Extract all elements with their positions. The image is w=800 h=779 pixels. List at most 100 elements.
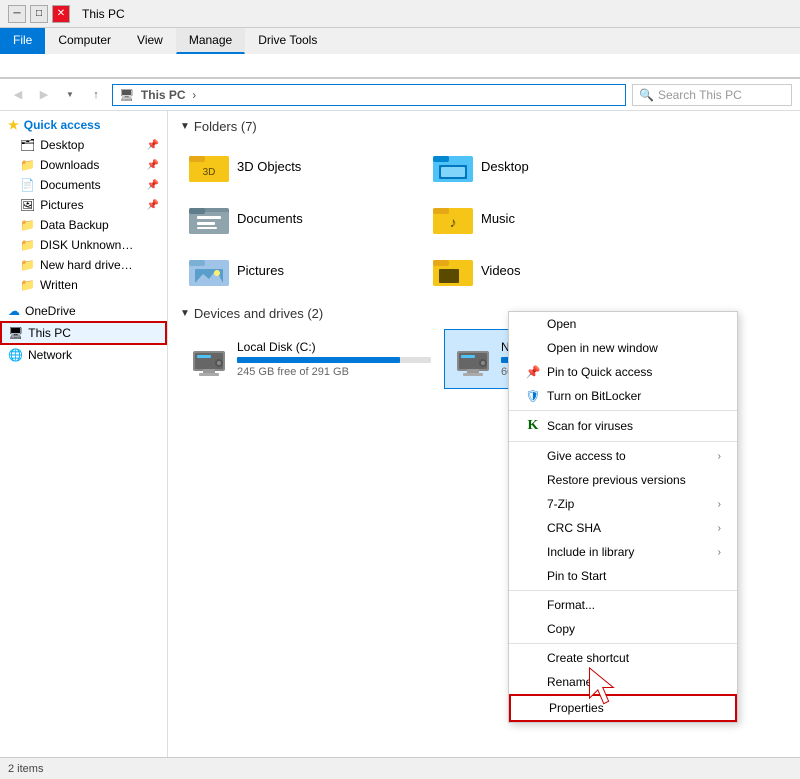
sidebar-label-quick-access: Quick access	[24, 118, 101, 132]
ribbon-tab-row: File Computer View Manage Drive Tools	[0, 28, 800, 54]
ctx-separator-2	[509, 441, 737, 442]
drive-c-name: Local Disk (C:)	[237, 340, 431, 354]
sidebar-item-quick-access[interactable]: ★ Quick access	[0, 115, 167, 135]
sidebar-label-written: Written	[40, 278, 78, 292]
ctx-copy[interactable]: Copy	[509, 617, 737, 641]
ctx-crc-label: CRC SHA	[547, 521, 718, 535]
folders-section-header[interactable]: ▼ Folders (7)	[180, 119, 788, 134]
ribbon-commands	[0, 54, 800, 78]
sidebar-item-new-hard-drive[interactable]: 📁 New hard drive not	[0, 255, 167, 275]
sidebar-item-data-backup[interactable]: 📁 Data Backup	[0, 215, 167, 235]
ctx-scan-label: Scan for viruses	[547, 419, 721, 433]
ctx-7zip-arrow: ›	[718, 499, 721, 510]
ctx-pin-label: Pin to Quick access	[547, 365, 721, 379]
tab-computer[interactable]: Computer	[45, 28, 124, 54]
drive-c-bar-container	[237, 357, 431, 363]
sidebar-item-desktop[interactable]: 🗂 Desktop 📌	[0, 135, 167, 155]
folders-chevron: ▼	[180, 121, 190, 132]
folder-pictures-icon	[189, 252, 229, 288]
sidebar-label-downloads: Downloads	[40, 158, 99, 172]
nav-back-btn[interactable]: ◀	[8, 85, 28, 105]
folder-documents-icon	[189, 200, 229, 236]
ctx-open[interactable]: Open	[509, 312, 737, 336]
sidebar-label-data-backup: Data Backup	[40, 218, 109, 232]
folders-section-title: Folders (7)	[194, 119, 257, 134]
ctx-separator-4	[509, 643, 737, 644]
sidebar-item-onedrive[interactable]: ☁ OneDrive	[0, 301, 167, 321]
sidebar-item-disk-unknown[interactable]: 📁 DISK Unknown Not	[0, 235, 167, 255]
drives-section-title: Devices and drives (2)	[194, 306, 323, 321]
drives-chevron: ▼	[180, 308, 190, 319]
drive-local-disk-c[interactable]: Local Disk (C:) 245 GB free of 291 GB	[180, 329, 440, 389]
ctx-include-library[interactable]: Include in library ›	[509, 540, 737, 564]
tab-drive-tools[interactable]: Drive Tools	[245, 28, 330, 54]
ctx-give-access[interactable]: Give access to ›	[509, 444, 737, 468]
maximize-btn[interactable]: □	[30, 5, 48, 23]
svg-text:3D: 3D	[203, 167, 216, 178]
pin-icon-documents: 📌	[147, 180, 159, 191]
tab-file[interactable]: File	[0, 28, 45, 54]
svg-text:♪: ♪	[450, 214, 457, 230]
tab-view[interactable]: View	[124, 28, 176, 54]
sidebar-item-written[interactable]: 📁 Written	[0, 275, 167, 295]
ctx-crc-arrow: ›	[718, 523, 721, 534]
drive-c-bar	[237, 357, 400, 363]
ctx-scan-viruses[interactable]: K Scan for viruses	[509, 413, 737, 439]
ctx-7zip[interactable]: 7-Zip ›	[509, 492, 737, 516]
main-layout: ★ Quick access 🗂 Desktop 📌 📁 Downloads 📌…	[0, 111, 800, 757]
sidebar-item-network[interactable]: 🌐 Network	[0, 345, 167, 365]
folder-videos-icon	[433, 252, 473, 288]
ctx-give-access-label: Give access to	[547, 449, 718, 463]
sidebar-item-downloads[interactable]: 📁 Downloads 📌	[0, 155, 167, 175]
folder-pictures-label: Pictures	[237, 263, 284, 278]
folder-3d-icon: 3D	[189, 148, 229, 184]
ctx-create-shortcut[interactable]: Create shortcut	[509, 646, 737, 670]
folder-documents[interactable]: Documents	[180, 194, 420, 242]
ctx-pin-start[interactable]: Pin to Start	[509, 564, 737, 588]
pin-icon-downloads: 📌	[147, 160, 159, 171]
address-path[interactable]: 🖥 This PC ›	[112, 84, 626, 106]
drive-c-info: Local Disk (C:) 245 GB free of 291 GB	[237, 340, 431, 378]
folder-pictures[interactable]: Pictures	[180, 246, 420, 294]
drive-c-icon	[189, 339, 229, 379]
minimize-btn[interactable]: ─	[8, 5, 26, 23]
ctx-rename-label: Rename	[547, 675, 721, 689]
content-area: ▼ Folders (7) 3D 3D Objects	[168, 111, 800, 757]
sidebar-item-pictures[interactable]: 🖼 Pictures 📌	[0, 195, 167, 215]
nav-recent-btn[interactable]: ▼	[60, 85, 80, 105]
ctx-pin-icon: 📌	[525, 365, 541, 379]
status-bar: 2 items	[0, 757, 800, 779]
status-text: 2 items	[8, 763, 43, 775]
nav-up-btn[interactable]: ↑	[86, 85, 106, 105]
title-bar-controls[interactable]: ─ □ ✕	[8, 5, 70, 23]
ctx-open-label: Open	[547, 317, 721, 331]
ctx-properties[interactable]: Properties	[509, 694, 737, 722]
title-bar: ─ □ ✕ This PC	[0, 0, 800, 28]
search-box[interactable]: 🔍 Search This PC	[632, 84, 792, 106]
folder-videos[interactable]: Videos	[424, 246, 664, 294]
ribbon: File Computer View Manage Drive Tools	[0, 28, 800, 79]
ctx-crc-sha[interactable]: CRC SHA ›	[509, 516, 737, 540]
nav-forward-btn[interactable]: ▶	[34, 85, 54, 105]
close-btn[interactable]: ✕	[52, 5, 70, 23]
folder-desktop[interactable]: Desktop	[424, 142, 664, 190]
folder-music[interactable]: ♪ Music	[424, 194, 664, 242]
tab-manage[interactable]: Manage	[176, 28, 245, 54]
ctx-open-new-window[interactable]: Open in new window	[509, 336, 737, 360]
ctx-format[interactable]: Format...	[509, 593, 737, 617]
context-menu: Open Open in new window 📌 Pin to Quick a…	[508, 311, 738, 723]
sidebar-label-new-hard-drive: New hard drive not	[40, 258, 135, 272]
folder-desktop-label: Desktop	[481, 159, 529, 174]
folder-3d-objects[interactable]: 3D 3D Objects	[180, 142, 420, 190]
ctx-restore-versions[interactable]: Restore previous versions	[509, 468, 737, 492]
ctx-rename[interactable]: Rename	[509, 670, 737, 694]
sidebar-label-disk-unknown: DISK Unknown Not	[40, 238, 135, 252]
ctx-bitlocker[interactable]: 🛡 Turn on BitLocker	[509, 384, 737, 408]
ctx-bitlocker-label: Turn on BitLocker	[547, 389, 721, 403]
window-title: This PC	[82, 7, 125, 21]
sidebar-item-this-pc[interactable]: 🖥 This PC	[0, 321, 167, 345]
sidebar-item-documents[interactable]: 📄 Documents 📌	[0, 175, 167, 195]
ctx-pin-quick[interactable]: 📌 Pin to Quick access	[509, 360, 737, 384]
address-bar: ◀ ▶ ▼ ↑ 🖥 This PC › 🔍 Search This PC	[0, 79, 800, 111]
folder-videos-label: Videos	[481, 263, 521, 278]
